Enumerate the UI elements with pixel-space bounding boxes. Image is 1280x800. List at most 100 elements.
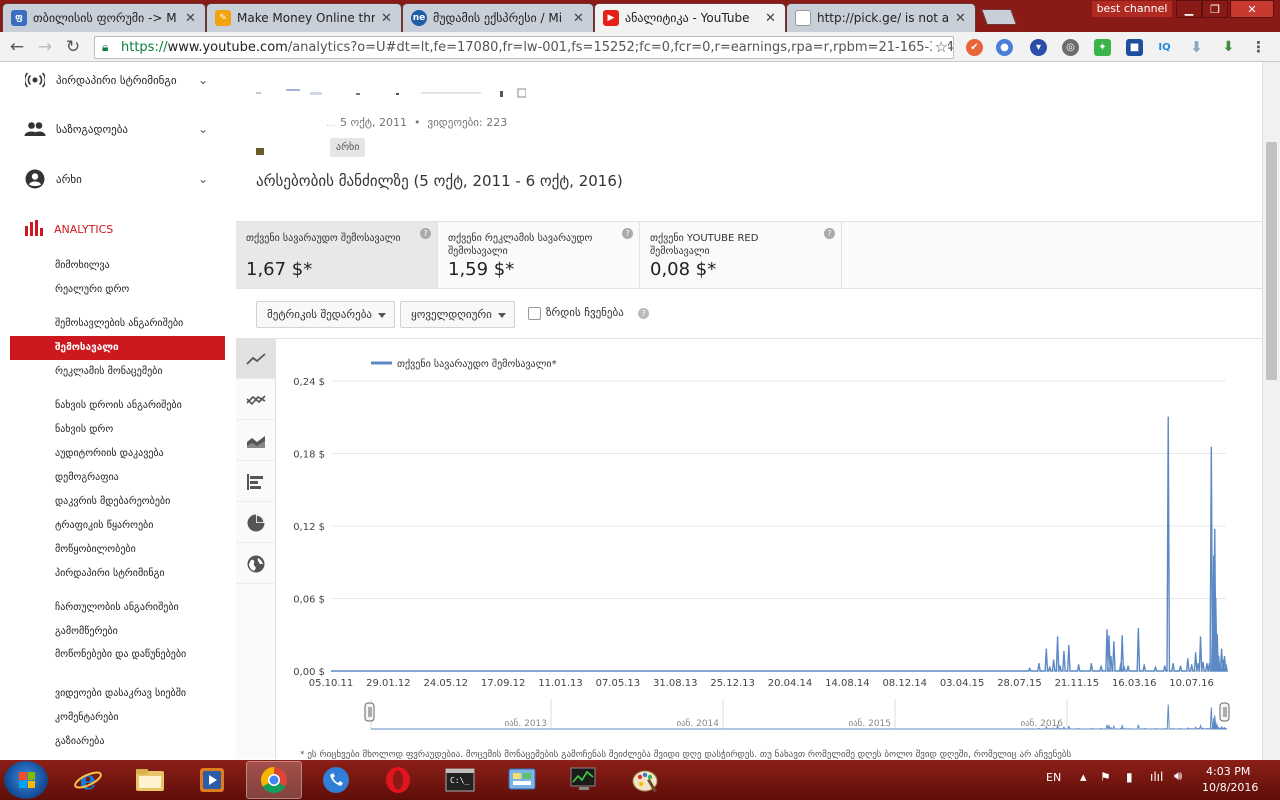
tab-news[interactable]: ne მუდამის ექსპრესი / Mi ✕	[402, 3, 594, 32]
action-center-icon[interactable]: ⚑	[1100, 770, 1111, 784]
tab-forum[interactable]: ფ თბილისის ფორუმი -> M ✕	[2, 3, 206, 32]
url-scheme: https://	[121, 40, 168, 55]
close-icon[interactable]: ✕	[955, 11, 967, 26]
bookmark-star-icon[interactable]: ☆	[931, 37, 948, 58]
data-point	[1212, 555, 1215, 558]
sidebar-item-watch-time[interactable]: ნახვის დრო	[55, 423, 215, 436]
page-icon	[795, 10, 811, 26]
extension-icon[interactable]: IQ	[1156, 39, 1173, 56]
restore-button[interactable]: ❐	[1202, 0, 1228, 18]
file-explorer-icon[interactable]	[122, 761, 178, 799]
paint-icon[interactable]	[618, 761, 674, 799]
metric-youtube-red-revenue[interactable]: თქვენი YOUTUBE RED შემოსავალი 0,08 $* ?	[640, 222, 842, 288]
compare-metric-dropdown[interactable]: მეტრიკის შედარება	[256, 301, 396, 328]
channel-tag[interactable]: არხი	[330, 138, 366, 157]
sidebar-item-subscribers[interactable]: გამომწერები	[55, 625, 215, 638]
sidebar-item-devices[interactable]: მოწყობილობები	[55, 543, 215, 556]
start-button[interactable]	[4, 761, 48, 799]
close-icon[interactable]: ✕	[185, 11, 197, 26]
opera-icon[interactable]	[370, 761, 426, 799]
meta-prefix: ...	[326, 116, 337, 129]
show-growth-checkbox[interactable]	[528, 307, 541, 320]
channel-video-count: ვიდეოები: 223	[427, 116, 508, 129]
extension-icon[interactable]: ●	[996, 39, 1013, 56]
reload-button[interactable]: ↻	[62, 37, 84, 57]
forward-button[interactable]: →	[34, 37, 56, 57]
extension-icon[interactable]: ⬇	[1220, 39, 1237, 56]
line-chart-icon[interactable]	[236, 339, 276, 379]
help-icon[interactable]: ?	[824, 228, 835, 239]
sidebar-item-playback-locations[interactable]: დაკვრის მდებარეობები	[55, 495, 215, 508]
sidebar-item-watch-time-reports[interactable]: ნახვის დროის ანგარიშები	[55, 399, 215, 412]
address-bar[interactable]: 🔒︎ https://www.youtube.com/analytics?o=U…	[94, 36, 954, 59]
tab-make-money[interactable]: ✎ Make Money Online thro ✕	[206, 3, 402, 32]
help-icon[interactable]: ?	[420, 228, 431, 239]
extension-icon[interactable]: ✔	[966, 39, 983, 56]
minimize-button[interactable]: ▁	[1176, 0, 1202, 18]
network-icon[interactable]: ılıl	[1150, 770, 1163, 784]
stacked-area-icon[interactable]	[236, 421, 276, 461]
interval-dropdown[interactable]: ყოველდღიური	[400, 301, 515, 328]
tray-expand-icon[interactable]: ▴	[1080, 770, 1087, 785]
sidebar-item-revenue-reports[interactable]: შემოსავლების ანგარიშები	[55, 317, 215, 330]
extension-icon[interactable]: ◎	[1062, 39, 1079, 56]
map-globe-icon[interactable]	[236, 544, 276, 584]
command-prompt-icon[interactable]: C:\_	[432, 761, 488, 799]
task-manager-icon[interactable]	[556, 761, 612, 799]
chrome-icon[interactable]	[246, 761, 302, 799]
help-icon[interactable]: ?	[622, 228, 633, 239]
sidebar-analytics-header[interactable]: ANALYTICS	[24, 218, 113, 240]
extension-icon[interactable]: ✦	[1094, 39, 1111, 56]
volume-icon[interactable]: 🔊︎	[1174, 769, 1182, 784]
sidebar-item-videos-in-playlists[interactable]: ვიდეოები დასაკრავ სიებში	[55, 687, 215, 700]
help-icon[interactable]: ?	[638, 308, 649, 319]
extension-icon[interactable]: ▾	[1030, 39, 1047, 56]
sidebar-section-channel[interactable]: არხი ⌄	[24, 167, 214, 191]
close-icon[interactable]: ✕	[573, 11, 585, 26]
metric-estimated-revenue[interactable]: თქვენი სავარაუდო შემოსავალი 1,67 $* ?	[236, 222, 438, 288]
bar-chart-icon[interactable]	[236, 462, 276, 502]
close-icon[interactable]: ✕	[765, 11, 777, 26]
sidebar-section-community[interactable]: საზოგადოება ⌄	[24, 117, 214, 141]
clock-time[interactable]: 4:03 PM	[1206, 765, 1250, 778]
pie-chart-icon[interactable]	[236, 503, 276, 543]
sidebar-item-audience-retention[interactable]: აუდიტორიის დაკავება	[55, 447, 215, 460]
sidebar-item-engagement-reports[interactable]: ჩართულობის ანგარიშები	[55, 601, 215, 614]
menu-icon[interactable]: ⋮	[1250, 39, 1267, 56]
clock-date[interactable]: 10/8/2016	[1202, 781, 1258, 794]
data-point	[1048, 666, 1051, 669]
sidebar-item-live-streaming[interactable]: პირდაპირი სტრიმინგი	[55, 567, 215, 580]
media-player-icon[interactable]	[184, 761, 240, 799]
control-panel-icon[interactable]	[494, 761, 550, 799]
sidebar-item-revenue[interactable]: შემოსავალი	[10, 336, 225, 360]
profile-button[interactable]: best channel	[1092, 1, 1172, 17]
phone-app-icon[interactable]	[308, 761, 364, 799]
sidebar-item-comments[interactable]: კომენტარები	[55, 711, 215, 724]
sidebar-item-demographics[interactable]: დემოგრაფია	[55, 471, 215, 484]
power-icon[interactable]: ▮	[1126, 770, 1133, 784]
sidebar-item-overview[interactable]: მიმოხილვა	[55, 259, 215, 272]
extension-icon[interactable]: ■	[1126, 39, 1143, 56]
sidebar-item-ad-rates[interactable]: რეკლამის მონაცემები	[55, 365, 215, 378]
sidebar-item-sharing[interactable]: გაზიარება	[55, 735, 215, 748]
scrollbar-thumb[interactable]	[1266, 142, 1277, 380]
multiline-chart-icon[interactable]	[236, 380, 276, 420]
sidebar-item-realtime[interactable]: რეალური დრო	[55, 283, 215, 296]
language-indicator[interactable]: EN	[1046, 771, 1061, 784]
back-button[interactable]: ←	[6, 37, 28, 57]
account-icon	[24, 169, 46, 189]
extension-icon[interactable]: ⬇	[1188, 39, 1205, 56]
close-window-button[interactable]: ✕	[1230, 0, 1274, 18]
metric-ad-revenue[interactable]: თქვენი რეკლამის სავარაუდო შემოსავალი 1,5…	[438, 222, 640, 288]
new-tab-button[interactable]	[981, 9, 1017, 25]
tab-youtube-analytics[interactable]: ▶ ანალიტიკა - YouTube ✕	[594, 3, 786, 32]
page-scrollbar[interactable]	[1262, 62, 1280, 760]
sidebar-item-traffic-sources[interactable]: ტრაფიკის წყაროები	[55, 519, 215, 532]
data-point	[1123, 666, 1125, 669]
sidebar-section-live-streaming[interactable]: პირდაპირი სტრიმინგი ⌄	[24, 68, 214, 92]
data-point	[1119, 662, 1122, 665]
sidebar-item-likes-dislikes[interactable]: მოწონებები და დაწუნებები	[55, 648, 215, 661]
close-icon[interactable]: ✕	[381, 11, 393, 26]
internet-explorer-icon[interactable]: e	[60, 761, 116, 799]
tab-pick-ge[interactable]: http://pick.ge/ is not ava ✕	[786, 3, 976, 32]
